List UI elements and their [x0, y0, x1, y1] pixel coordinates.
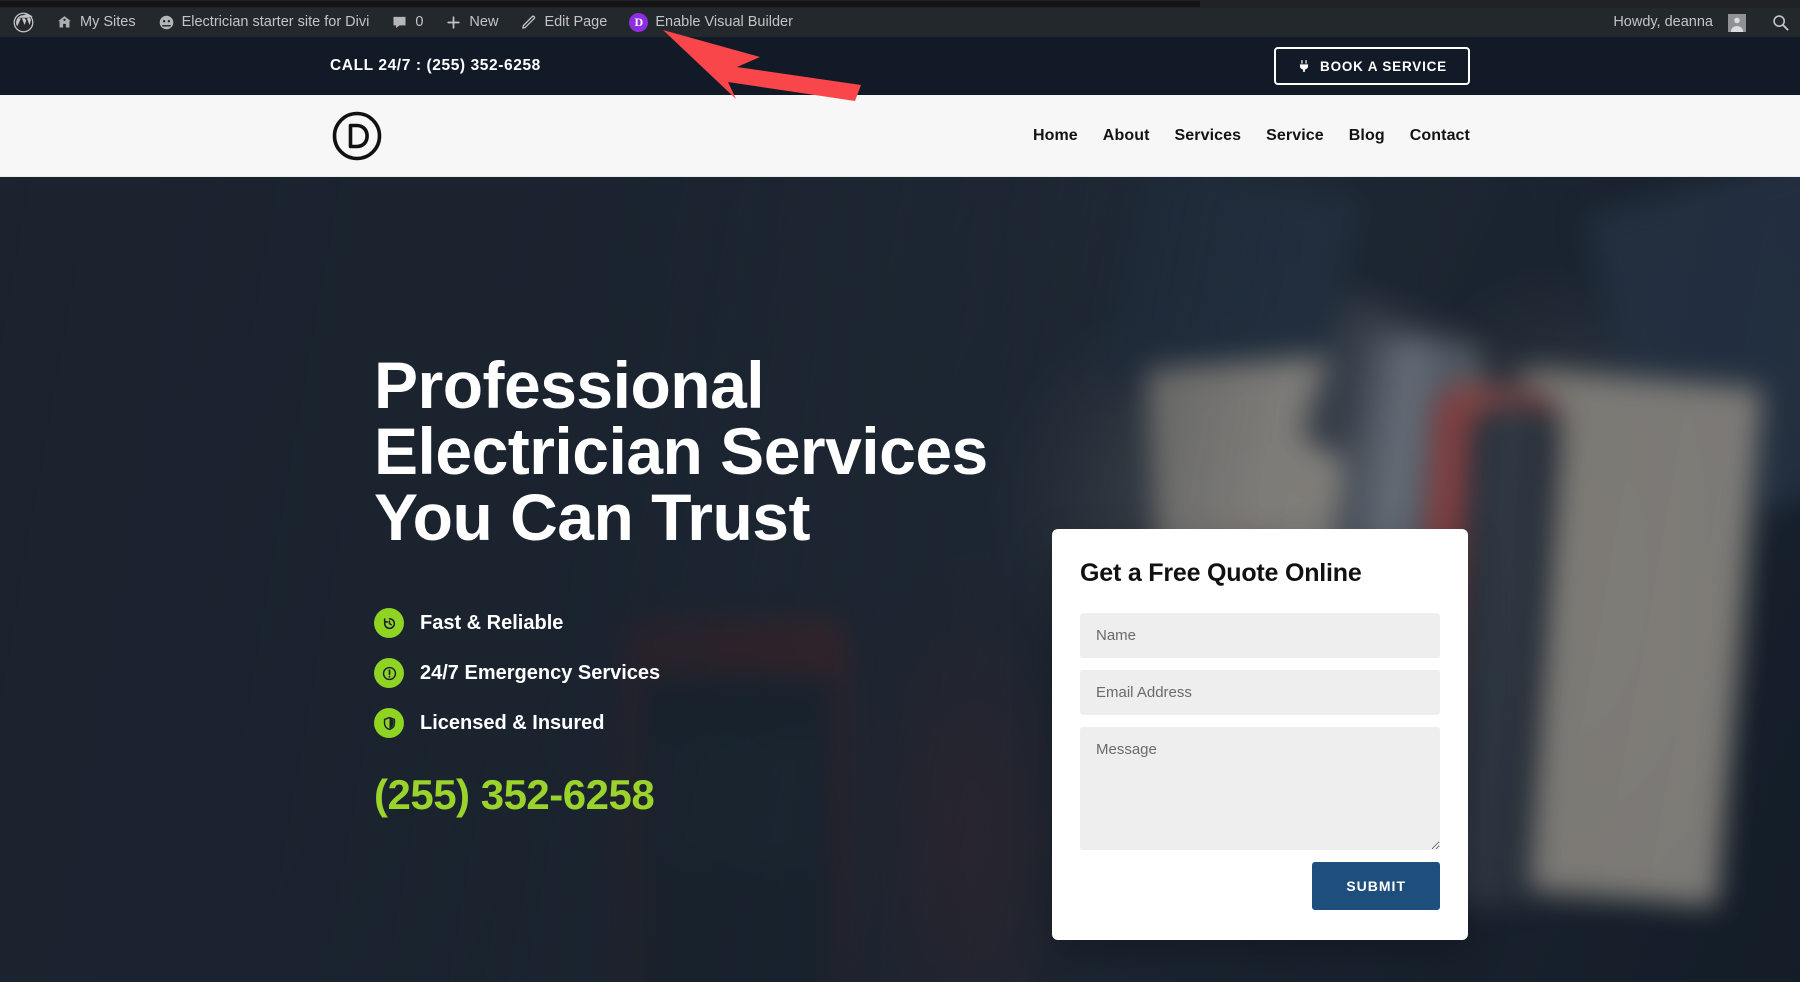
comment-count: 0 [415, 14, 424, 30]
edit-page-label: Edit Page [544, 14, 608, 30]
feature-label: 24/7 Emergency Services [420, 661, 661, 684]
admin-bar-left-group: My Sites Electrician starter site for Di… [0, 8, 804, 37]
hero-title-line-3: You Can Trust [374, 480, 810, 554]
main-navigation: Home About Services Service Blog Contact [1033, 127, 1470, 145]
new-content-menu[interactable]: New [434, 8, 509, 37]
book-a-service-label: BOOK A SERVICE [1320, 58, 1447, 74]
hero-phone-number[interactable]: (255) 352-6258 [374, 771, 1014, 819]
exclamation-circle-icon [374, 658, 404, 688]
divi-logo[interactable] [330, 109, 384, 163]
site-name-label: Electrician starter site for Divi [181, 14, 370, 30]
wordpress-icon [13, 12, 34, 33]
site-top-bar: CALL 24/7 : (255) 352-6258 BOOK A SERVIC… [0, 37, 1800, 95]
new-label: New [469, 14, 499, 30]
my-sites-menu[interactable]: My Sites [45, 8, 147, 37]
name-field[interactable] [1080, 613, 1440, 658]
wp-logo-menu[interactable] [2, 8, 45, 37]
pencil-icon [520, 14, 537, 31]
nav-item-blog[interactable]: Blog [1349, 127, 1385, 145]
list-item: Fast & Reliable [374, 608, 1014, 638]
nav-item-about[interactable]: About [1103, 127, 1150, 145]
my-sites-label: My Sites [80, 14, 136, 30]
nav-item-contact[interactable]: Contact [1410, 127, 1470, 145]
clock-history-icon [374, 608, 404, 638]
enable-visual-builder-label: Enable Visual Builder [655, 14, 793, 30]
submit-row: SUBMIT [1080, 862, 1440, 910]
wp-admin-bar: My Sites Electrician starter site for Di… [0, 8, 1800, 37]
site-dashboard-icon [158, 14, 175, 31]
plus-icon [445, 14, 462, 31]
page-title: Professional Electrician Services You Ca… [374, 352, 1014, 550]
nav-item-home[interactable]: Home [1033, 127, 1078, 145]
my-sites-icon [56, 14, 73, 31]
browser-scroll-strip[interactable] [0, 0, 1800, 8]
scroll-thumb[interactable] [0, 1, 1200, 7]
plug-icon [1297, 58, 1311, 74]
search-icon[interactable] [1771, 13, 1790, 32]
call-phone-text[interactable]: CALL 24/7 : (255) 352-6258 [330, 57, 541, 75]
submit-button[interactable]: SUBMIT [1312, 862, 1440, 910]
divi-badge-icon: D [629, 13, 649, 32]
message-field[interactable] [1080, 727, 1440, 850]
feature-label: Fast & Reliable [420, 611, 564, 634]
list-item: 24/7 Emergency Services [374, 658, 1014, 688]
header-inner: Home About Services Service Blog Contact [330, 109, 1470, 163]
list-item: Licensed & Insured [374, 708, 1014, 738]
avatar [1728, 13, 1746, 32]
site-header: Home About Services Service Blog Contact [0, 95, 1800, 177]
comment-bubble-icon [391, 14, 408, 31]
hero-title-line-2: Electrician Services [374, 414, 988, 488]
edit-page-menu[interactable]: Edit Page [509, 8, 618, 37]
hero-copy: Professional Electrician Services You Ca… [374, 352, 1014, 819]
email-field[interactable] [1080, 670, 1440, 715]
quote-form-title: Get a Free Quote Online [1080, 559, 1362, 587]
enable-visual-builder-button[interactable]: D Enable Visual Builder [618, 8, 804, 37]
comments-menu[interactable]: 0 [380, 8, 434, 37]
hero-section: Professional Electrician Services You Ca… [0, 177, 1800, 982]
site-name-menu[interactable]: Electrician starter site for Divi [147, 8, 381, 37]
top-bar-inner: CALL 24/7 : (255) 352-6258 BOOK A SERVIC… [330, 47, 1470, 85]
account-menu[interactable]: Howdy, deanna [1602, 8, 1757, 37]
hero-feature-list: Fast & Reliable 24/7 Emergency Services [374, 608, 1014, 738]
feature-label: Licensed & Insured [420, 711, 605, 734]
admin-bar-right-group: Howdy, deanna [1602, 8, 1800, 37]
hero-title-line-1: Professional [374, 348, 765, 422]
shield-check-icon [374, 708, 404, 738]
nav-item-services[interactable]: Services [1175, 127, 1242, 145]
book-a-service-button[interactable]: BOOK A SERVICE [1274, 47, 1470, 85]
nav-item-service[interactable]: Service [1266, 127, 1324, 145]
howdy-label: Howdy, deanna [1613, 14, 1713, 30]
quote-form-card: Get a Free Quote Online SUBMIT [1052, 529, 1468, 940]
